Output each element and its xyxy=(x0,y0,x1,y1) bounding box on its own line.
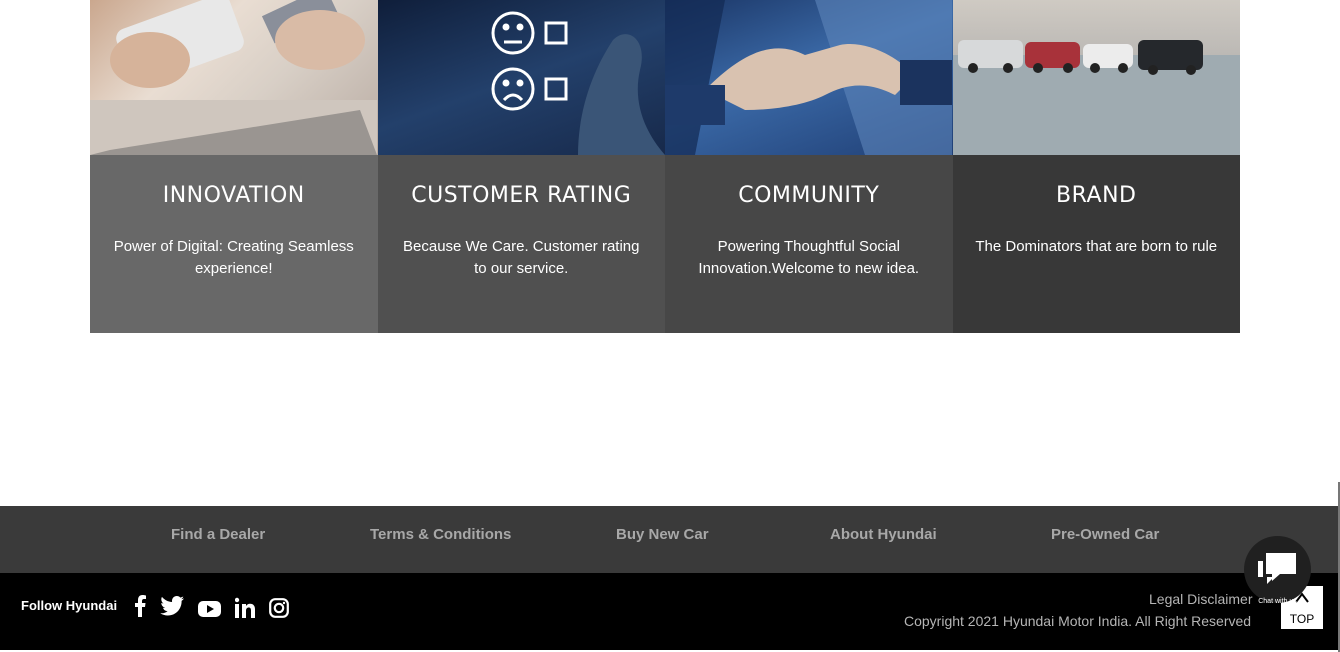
phone-payment-image xyxy=(90,0,378,155)
card-customer-rating[interactable]: CUSTOMER RATING Because We Care. Custome… xyxy=(377,0,665,333)
suv-lineup-image xyxy=(952,0,1240,155)
card-description: Powering Thoughtful Social Innovation.We… xyxy=(698,238,920,277)
instagram-icon[interactable] xyxy=(269,595,289,619)
facebook-icon[interactable] xyxy=(134,595,146,619)
card-description: Because We Care. Customer rating to our … xyxy=(403,238,640,277)
card-innovation[interactable]: INNOVATION Power of Digital: Creating Se… xyxy=(90,0,378,333)
card-body: BRAND The Dominators that are born to ru… xyxy=(952,155,1240,333)
card-body: CUSTOMER RATING Because We Care. Custome… xyxy=(377,155,665,333)
buy-new-car-link[interactable]: Buy New Car xyxy=(616,526,709,543)
about-hyundai-link[interactable]: About Hyundai xyxy=(830,526,937,543)
terms-conditions-link[interactable]: Terms & Conditions xyxy=(370,526,511,543)
feature-cards: INNOVATION Power of Digital: Creating Se… xyxy=(90,0,1240,333)
legal-disclaimer-link[interactable]: Legal Disclaimer xyxy=(1149,591,1252,607)
card-body: INNOVATION Power of Digital: Creating Se… xyxy=(90,155,378,333)
card-community[interactable]: COMMUNITY Powering Thoughtful Social Inn… xyxy=(665,0,953,333)
top-button-label: TOP xyxy=(1289,612,1315,626)
footer-nav: Find a Dealer Terms & Conditions Buy New… xyxy=(0,506,1340,573)
chat-bubbles-icon xyxy=(1258,553,1296,584)
card-description: The Dominators that are born to rule xyxy=(975,238,1218,255)
rating-faces-image xyxy=(377,0,665,155)
card-body: COMMUNITY Powering Thoughtful Social Inn… xyxy=(665,155,953,333)
find-dealer-link[interactable]: Find a Dealer xyxy=(171,526,265,543)
card-brand[interactable]: BRAND The Dominators that are born to ru… xyxy=(952,0,1240,333)
card-title: CUSTOMER RATING xyxy=(411,183,632,208)
card-title: INNOVATION xyxy=(162,183,305,208)
card-description: Power of Digital: Creating Seamless expe… xyxy=(113,238,354,277)
chat-label: Chat with us xyxy=(1258,598,1297,605)
footer-bottom: Follow Hyundai Legal Disclaimer Copyrigh… xyxy=(0,573,1340,650)
card-title: COMMUNITY xyxy=(738,183,880,208)
handshake-image xyxy=(665,0,953,155)
pre-owned-car-link[interactable]: Pre-Owned Car xyxy=(1051,526,1159,543)
copyright-text: Copyright 2021 Hyundai Motor India. All … xyxy=(904,613,1252,629)
twitter-icon[interactable] xyxy=(160,595,184,619)
follow-label: Follow Hyundai xyxy=(21,598,118,613)
card-title: BRAND xyxy=(1056,183,1137,208)
youtube-icon[interactable] xyxy=(198,595,221,619)
linkedin-icon[interactable] xyxy=(234,595,255,619)
chat-button[interactable]: Chat with us xyxy=(1244,536,1311,605)
